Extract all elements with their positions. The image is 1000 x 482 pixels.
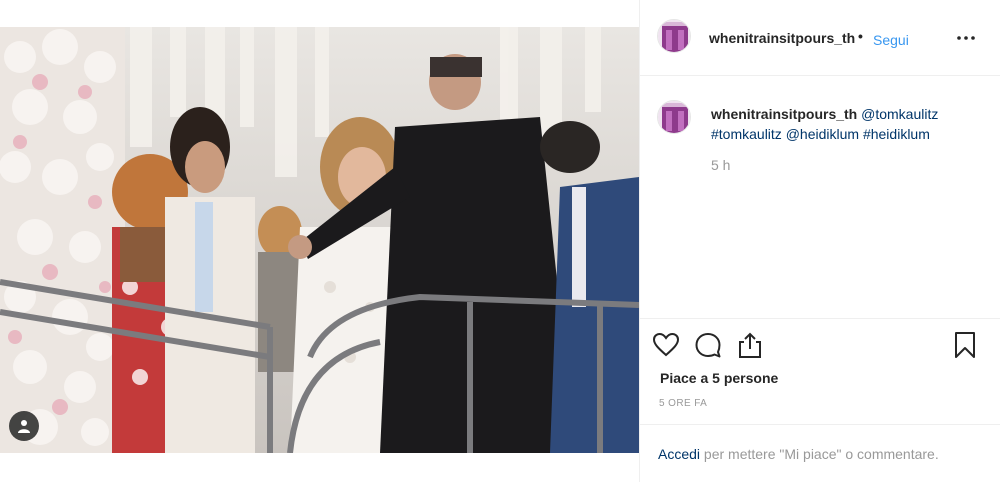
- caption-time[interactable]: 5 h: [711, 157, 730, 173]
- avatar-image: [658, 101, 690, 133]
- top-margin: [0, 0, 640, 27]
- like-count[interactable]: Piace a 5 persone: [660, 370, 778, 386]
- separator-dot: •: [858, 28, 863, 44]
- caption-username[interactable]: whenitrainsitpours_th: [711, 106, 857, 122]
- share-icon: [739, 332, 761, 358]
- follow-button[interactable]: Segui: [873, 32, 909, 48]
- user-icon: [18, 420, 30, 433]
- heart-icon: [652, 332, 680, 357]
- post-side-panel: whenitrainsitpours_th • Segui whenitrain…: [639, 0, 1000, 482]
- comment-icon: [695, 333, 721, 358]
- more-options-button[interactable]: [952, 24, 980, 52]
- more-horizontal-icon: [957, 36, 975, 40]
- avatar-image: [658, 20, 690, 52]
- comment-button[interactable]: [694, 331, 722, 359]
- tagged-users-button[interactable]: [9, 411, 39, 441]
- login-link[interactable]: Accedi: [658, 446, 700, 462]
- post-photo[interactable]: [0, 27, 639, 453]
- post-timestamp[interactable]: 5 ORE FA: [659, 398, 707, 409]
- login-prompt-text: Accedi per mettere "Mi piace" o commenta…: [658, 446, 939, 462]
- caption-text: whenitrainsitpours_th @tomkaulitz #tomka…: [711, 104, 981, 144]
- author-username[interactable]: whenitrainsitpours_th: [709, 30, 855, 46]
- like-button[interactable]: [652, 331, 680, 359]
- wedding-photo-image: [0, 27, 639, 453]
- hashtag-tomkaulitz[interactable]: #tomkaulitz: [711, 126, 782, 142]
- login-prompt: Accedi per mettere "Mi piace" o commenta…: [640, 424, 1000, 482]
- save-button[interactable]: [951, 331, 979, 359]
- bookmark-icon: [955, 332, 975, 358]
- login-rest-text: per mettere "Mi piace" o commentare.: [700, 446, 939, 462]
- mention-heidiklum[interactable]: @heidiklum: [786, 126, 859, 142]
- share-button[interactable]: [736, 331, 764, 359]
- post-header: whenitrainsitpours_th • Segui: [640, 0, 1000, 76]
- mention-tomkaulitz[interactable]: @tomkaulitz: [861, 106, 938, 122]
- bottom-margin: [0, 453, 640, 482]
- author-avatar[interactable]: [657, 19, 691, 53]
- caption-avatar[interactable]: [657, 100, 691, 134]
- hashtag-heidiklum[interactable]: #heidiklum: [863, 126, 930, 142]
